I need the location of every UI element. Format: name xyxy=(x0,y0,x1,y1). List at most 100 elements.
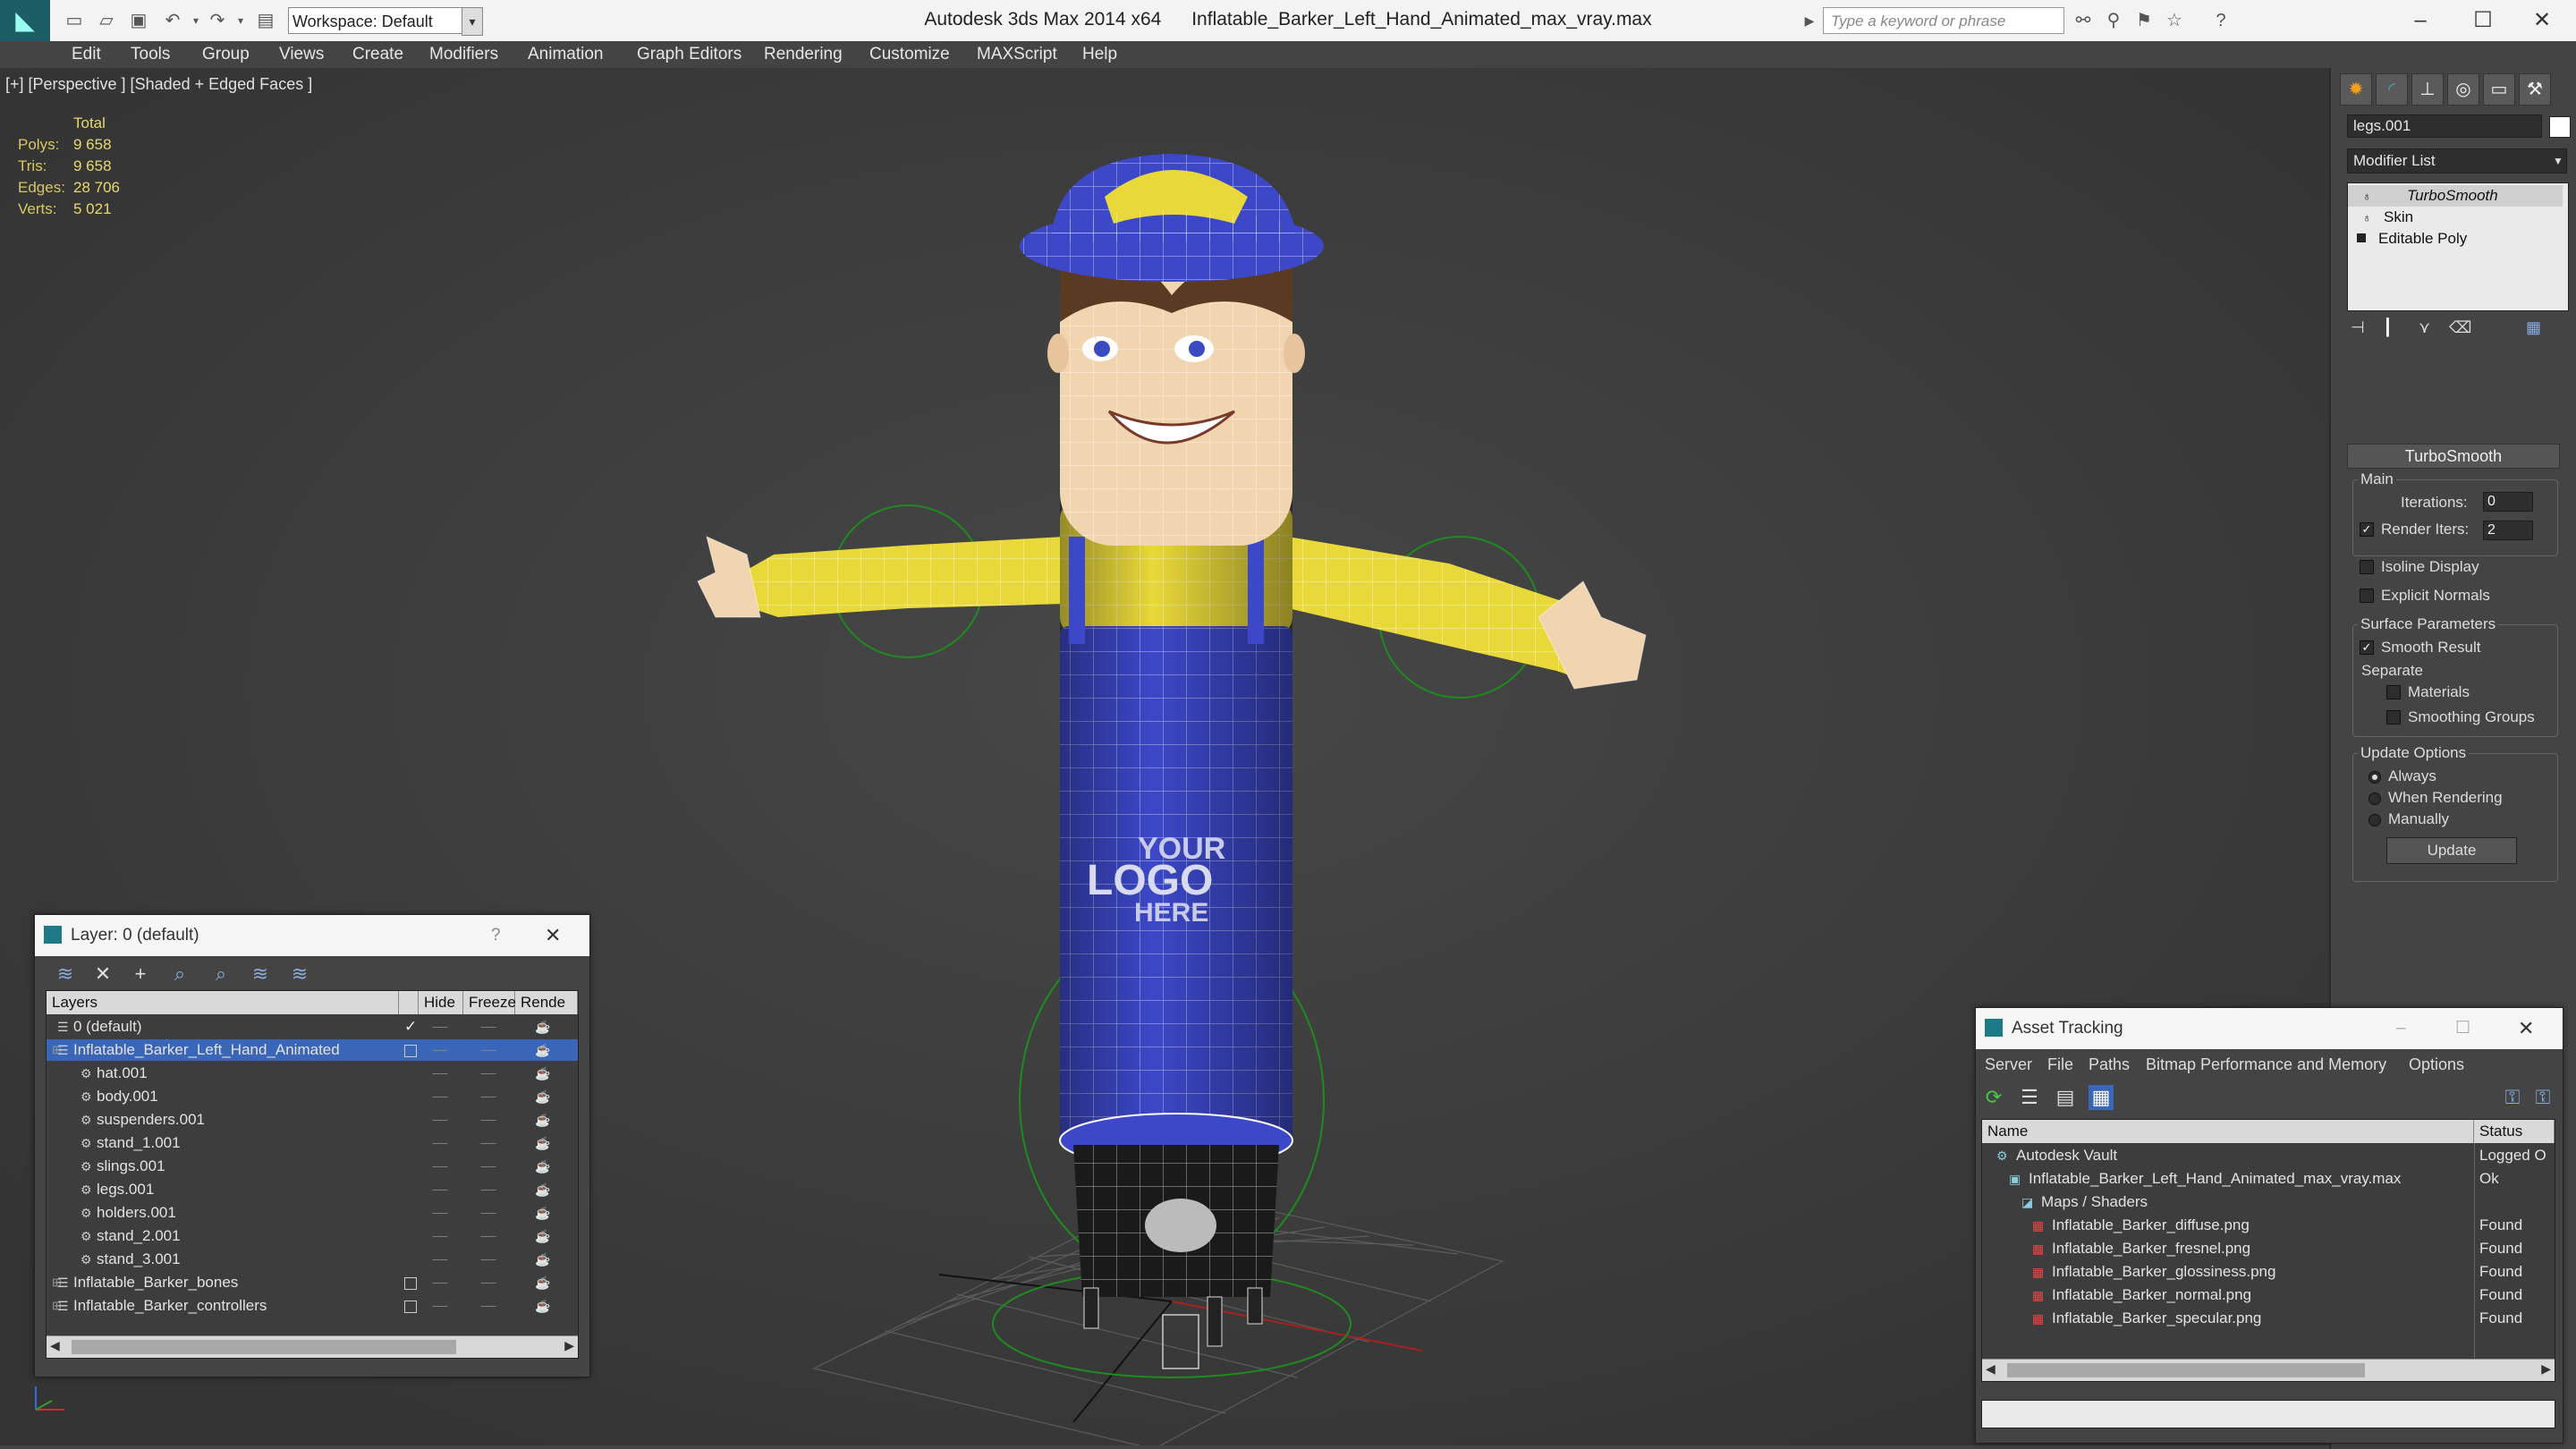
freeze-toggle[interactable]: ── xyxy=(479,1132,497,1154)
render-teapot-icon[interactable]: ☕ xyxy=(535,1016,550,1038)
lightbulb-icon[interactable]: ♁ xyxy=(2362,189,2372,203)
project-folder-icon[interactable]: ▤ xyxy=(254,9,277,32)
hide-toggle[interactable]: ── xyxy=(431,1249,449,1270)
update-manually-radio[interactable] xyxy=(2368,814,2381,826)
menu-create[interactable]: Create xyxy=(352,45,403,64)
freeze-toggle[interactable]: ── xyxy=(479,1063,497,1084)
close-icon[interactable]: ✕ xyxy=(2518,1008,2534,1049)
asset-row[interactable]: ▦ Inflatable_Barker_specular.png Found xyxy=(1982,1308,2555,1329)
help-icon[interactable]: ? xyxy=(491,915,501,956)
column-freeze[interactable]: Freeze xyxy=(463,991,516,1014)
column-hide[interactable]: Hide xyxy=(419,991,463,1014)
freeze-toggle[interactable]: ── xyxy=(479,1202,497,1224)
freeze-toggle[interactable]: ── xyxy=(479,1039,497,1061)
layer-row[interactable]: ⚙ legs.001 ── ── ☕ xyxy=(47,1179,578,1200)
render-teapot-icon[interactable]: ☕ xyxy=(535,1086,550,1107)
asset-menu-server[interactable]: Server xyxy=(1985,1049,2032,1080)
minimize-icon[interactable]: – xyxy=(2396,1008,2406,1049)
column-current[interactable] xyxy=(399,991,419,1014)
active-layer-check-icon[interactable]: ✓ xyxy=(404,1016,417,1038)
column-status[interactable]: Status xyxy=(2474,1120,2555,1143)
details-view-icon[interactable]: ▤ xyxy=(2053,1085,2078,1110)
asset-path-field[interactable] xyxy=(1981,1400,2555,1428)
column-render[interactable]: Rende xyxy=(515,991,578,1014)
render-teapot-icon[interactable]: ☕ xyxy=(535,1225,550,1247)
render-iters-checkbox[interactable]: ✓ xyxy=(2360,522,2374,537)
hide-toggle[interactable]: ── xyxy=(431,1202,449,1224)
asset-row[interactable]: ▦ Inflatable_Barker_fresnel.png Found xyxy=(1982,1238,2555,1259)
display-tab-icon[interactable]: ▭ xyxy=(2483,73,2515,106)
scrollbar-thumb[interactable] xyxy=(2007,1363,2365,1377)
isoline-display-checkbox[interactable] xyxy=(2360,560,2374,574)
make-current-checkbox[interactable] xyxy=(404,1045,417,1057)
render-teapot-icon[interactable]: ☕ xyxy=(535,1272,550,1293)
asset-row[interactable]: ⚙ Autodesk Vault Logged O xyxy=(1982,1145,2555,1166)
layer-row[interactable]: ⚙ body.001 ── ── ☕ xyxy=(47,1086,578,1107)
assets-help-icon[interactable]: ⚿ xyxy=(2500,1085,2525,1110)
render-teapot-icon[interactable]: ☕ xyxy=(535,1202,550,1224)
redo-icon[interactable]: ↷ xyxy=(206,9,229,32)
expand-icon[interactable] xyxy=(2357,233,2366,242)
menu-group[interactable]: Group xyxy=(202,45,250,64)
hierarchy-tab-icon[interactable]: ⊥ xyxy=(2411,73,2444,106)
close-button[interactable]: ✕ xyxy=(2515,4,2569,38)
create-tab-icon[interactable]: ✹ xyxy=(2340,73,2372,106)
menu-modifiers[interactable]: Modifiers xyxy=(429,45,498,64)
close-icon[interactable]: ✕ xyxy=(545,915,561,956)
hide-all-layers-icon[interactable]: ≋ xyxy=(248,962,273,987)
list-view-icon[interactable]: ☰ xyxy=(2017,1085,2042,1110)
asset-horizontal-scrollbar[interactable]: ◀ ▶ xyxy=(1982,1359,2555,1381)
subscription-icon[interactable]: ⚲ xyxy=(2102,9,2125,32)
menu-tools[interactable]: Tools xyxy=(131,45,170,64)
hide-toggle[interactable]: ── xyxy=(431,1086,449,1107)
smooth-result-checkbox[interactable]: ✓ xyxy=(2360,640,2374,655)
hide-toggle[interactable]: ── xyxy=(431,1156,449,1177)
make-unique-icon[interactable]: ⋎ xyxy=(2419,318,2430,337)
freeze-toggle[interactable]: ── xyxy=(479,1109,497,1131)
search-input[interactable]: Type a keyword or phrase xyxy=(1823,7,2064,34)
render-teapot-icon[interactable]: ☕ xyxy=(535,1249,550,1270)
freeze-toggle[interactable]: ── xyxy=(479,1225,497,1247)
save-file-icon[interactable]: ▣ xyxy=(127,9,150,32)
layer-row[interactable]: ⚙ hat.001 ── ── ☕ xyxy=(47,1063,578,1084)
layer-row[interactable]: ⚙ holders.001 ── ── ☕ xyxy=(47,1202,578,1224)
chevron-right-icon[interactable]: ▶ xyxy=(564,1338,574,1353)
column-name[interactable]: Name xyxy=(1982,1120,2474,1143)
render-iters-spinner[interactable]: 2 xyxy=(2483,521,2533,540)
render-teapot-icon[interactable]: ☕ xyxy=(535,1063,550,1084)
rollout-turbosmooth[interactable]: TurboSmooth xyxy=(2347,444,2560,469)
motion-tab-icon[interactable]: ◎ xyxy=(2447,73,2479,106)
chevron-left-icon[interactable]: ◀ xyxy=(50,1338,60,1353)
hide-toggle[interactable]: ── xyxy=(431,1132,449,1154)
object-color-swatch[interactable] xyxy=(2549,116,2571,138)
refresh-icon[interactable]: ⟳ xyxy=(1981,1085,2006,1110)
remove-modifier-icon[interactable]: ⌫ xyxy=(2449,318,2471,337)
render-teapot-icon[interactable]: ☕ xyxy=(535,1156,550,1177)
freeze-all-layers-icon[interactable]: ≋ xyxy=(287,962,312,987)
utilities-tab-icon[interactable]: ⚒ xyxy=(2519,73,2551,106)
highlight-selected-icon[interactable]: ⌕ xyxy=(208,962,233,987)
modify-tab-icon[interactable]: ◜ xyxy=(2376,73,2408,106)
hide-toggle[interactable]: ── xyxy=(431,1063,449,1084)
hide-toggle[interactable]: ── xyxy=(431,1272,449,1293)
asset-row[interactable]: ◪ Maps / Shaders xyxy=(1982,1191,2555,1213)
workspace-select[interactable]: Workspace: Default xyxy=(288,7,463,34)
update-button[interactable]: Update xyxy=(2386,837,2517,864)
delete-layer-icon[interactable]: ✕ xyxy=(90,962,115,987)
minimize-button[interactable]: – xyxy=(2394,4,2447,38)
asset-menu-bitmap-performance[interactable]: Bitmap Performance and Memory xyxy=(2146,1049,2386,1080)
redo-dropdown-icon[interactable]: ▾ xyxy=(229,9,252,32)
modifier-list-dropdown[interactable]: Modifier List xyxy=(2347,148,2567,174)
layer-row[interactable]: ⊞ ☰ Inflatable_Barker_Left_Hand_Animated ──… xyxy=(47,1039,578,1061)
render-teapot-icon[interactable]: ☕ xyxy=(535,1039,550,1061)
scrollbar-thumb[interactable] xyxy=(72,1340,456,1354)
undo-dropdown-icon[interactable]: ▾ xyxy=(184,9,208,32)
hide-toggle[interactable]: ── xyxy=(431,1016,449,1038)
layer-row[interactable]: ⊞ ☰ Inflatable_Barker_controllers ── ── ☕ xyxy=(47,1295,578,1317)
table-view-icon[interactable]: ▦ xyxy=(2089,1085,2114,1110)
menu-maxscript[interactable]: MAXScript xyxy=(977,45,1057,64)
maximize-button[interactable]: ☐ xyxy=(2456,4,2510,38)
asset-row[interactable]: ▦ Inflatable_Barker_diffuse.png Found xyxy=(1982,1215,2555,1236)
chevron-left-icon[interactable]: ◀ xyxy=(1986,1361,1996,1377)
materials-checkbox[interactable] xyxy=(2386,685,2401,699)
